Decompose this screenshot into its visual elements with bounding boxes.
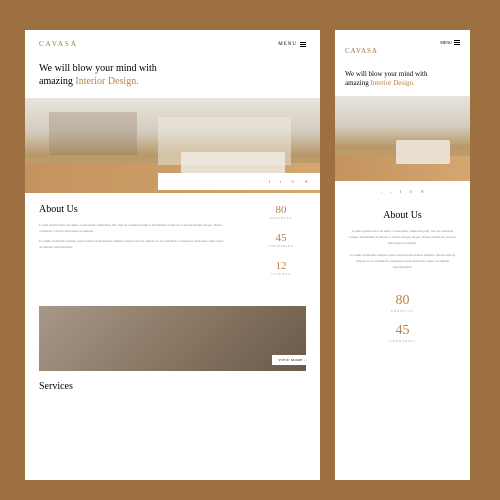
stat-label: PROJECTS (256, 216, 306, 220)
hero-line2-accent: Interior Design. (370, 79, 414, 87)
menu-button[interactable]: MENU (440, 40, 460, 45)
mobile-nav-bar: ‹ › f ☉ ✕ (335, 181, 470, 202)
stat-label: COUNTRIES (335, 339, 470, 343)
about-title: About Us (39, 204, 236, 215)
team-image (39, 306, 306, 371)
menu-label: MENU (278, 42, 297, 47)
mobile-header: CAVASA MENU (335, 30, 470, 64)
stat-num: 80 (256, 204, 306, 216)
x-icon[interactable]: ✕ (305, 179, 308, 184)
services-section: Services (25, 371, 320, 402)
stat-num: 80 (335, 293, 470, 309)
arrow-right-icon[interactable]: › (390, 189, 391, 194)
hamburger-icon (454, 40, 460, 45)
stat-countries: 45 COUNTRIES (335, 323, 470, 343)
brand-logo[interactable]: CAVASA (345, 47, 378, 55)
desktop-preview: CAVASA MENU We will blow your mind with … (25, 30, 320, 480)
twitter-icon[interactable]: t (280, 179, 281, 184)
facebook-icon[interactable]: f (269, 179, 270, 184)
about-p1: Lorem ipsum dolor sit amet, consectetur … (347, 229, 458, 247)
stat-clients: 12 CLIENTS (256, 260, 306, 276)
about-p2: Ut enim ad minim veniam, quis nostrud ex… (347, 253, 458, 271)
about-title: About Us (347, 210, 458, 221)
view-more-button[interactable]: VIEW MORE › (272, 355, 312, 365)
menu-button[interactable]: MENU (278, 42, 306, 47)
stat-num: 12 (256, 260, 306, 272)
hero-line2-pre: amazing (345, 79, 370, 87)
mobile-about: About Us Lorem ipsum dolor sit amet, con… (335, 202, 470, 285)
stat-num: 45 (256, 232, 306, 244)
hero-line2-accent: Interior Design. (75, 76, 138, 87)
about-p2: Ut enim ad minim veniam, quis nostrud ex… (39, 239, 236, 250)
stat-label: PROJECTS (335, 309, 470, 313)
stat-countries: 45 COUNTRIES (256, 232, 306, 248)
mobile-stats: 80 PROJECTS 45 COUNTRIES (335, 285, 470, 361)
services-title: Services (39, 381, 306, 392)
instagram-icon[interactable]: ☉ (291, 179, 295, 184)
menu-label: MENU (440, 40, 452, 45)
hero-line1: We will blow your mind with (39, 63, 157, 74)
x-icon[interactable]: ✕ (421, 189, 424, 194)
instagram-icon[interactable]: ☉ (409, 189, 413, 194)
arrow-left-icon[interactable]: ‹ (381, 189, 382, 194)
stat-num: 45 (335, 323, 470, 339)
header: CAVASA MENU (25, 30, 320, 56)
stats-column: 80 PROJECTS 45 COUNTRIES 12 CLIENTS (256, 204, 306, 288)
hero-line1: We will blow your mind with (345, 70, 427, 78)
about-content: About Us Lorem ipsum dolor sit amet, con… (39, 204, 236, 288)
facebook-icon[interactable]: f (400, 189, 401, 194)
stat-projects: 80 PROJECTS (256, 204, 306, 220)
stat-label: COUNTRIES (256, 244, 306, 248)
hero-title: We will blow your mind with amazing Inte… (39, 62, 306, 88)
mobile-hero-image (335, 96, 470, 181)
hero-line2-pre: amazing (39, 76, 75, 87)
about-p1: Lorem ipsum dolor sit amet, consectetur … (39, 223, 236, 234)
mobile-hero: We will blow your mind with amazing Inte… (335, 64, 470, 96)
mobile-preview: CAVASA MENU We will blow your mind with … (335, 30, 470, 480)
hamburger-icon (300, 42, 306, 47)
brand-logo[interactable]: CAVASA (39, 40, 78, 48)
hero-heading: We will blow your mind with amazing Inte… (25, 56, 320, 98)
stat-projects: 80 PROJECTS (335, 293, 470, 313)
sofa-graphic (396, 140, 450, 164)
stat-label: CLIENTS (256, 272, 306, 276)
hero-title: We will blow your mind with amazing Inte… (345, 70, 460, 88)
about-section: About Us Lorem ipsum dolor sit amet, con… (25, 190, 320, 302)
social-bar: f t ☉ ✕ (158, 173, 320, 190)
